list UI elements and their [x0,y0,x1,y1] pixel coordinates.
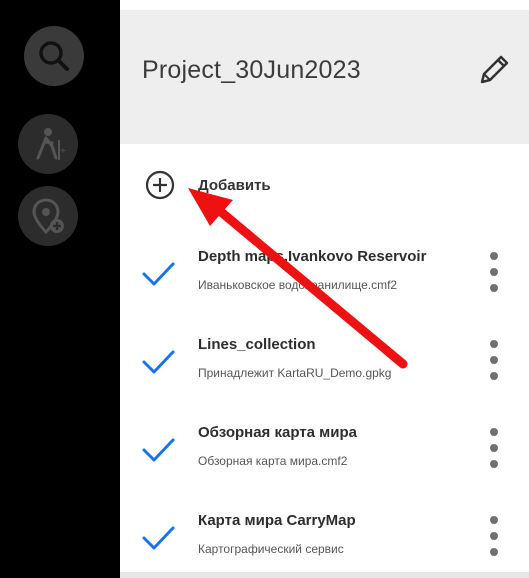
check-icon[interactable] [140,344,176,380]
check-icon[interactable] [140,432,176,468]
layer-menu-button[interactable] [482,428,506,468]
plus-circle-icon [145,170,175,200]
search-icon [39,41,69,71]
add-layer-label: Добавить [198,177,271,194]
more-vert-icon [490,516,498,524]
layer-source: Картографический сервис [198,542,344,556]
hiking-person-icon: + [36,128,66,160]
layer-source: Иваньковское водохранилище.cmf2 [198,278,398,292]
layer-source: Обзорная карта мира.cmf2 [198,454,348,468]
layer-menu-button[interactable] [482,252,506,292]
project-header: Project_30Jun2023 [120,10,529,144]
more-vert-icon [490,428,498,436]
divider [120,572,529,578]
layer-item[interactable]: Карта мира CarryMap Картографический сер… [120,506,529,578]
check-icon[interactable] [140,520,176,556]
layer-menu-button[interactable] [482,516,506,556]
search-button[interactable] [24,26,84,86]
edit-project-button[interactable] [472,48,516,92]
layer-menu-button[interactable] [482,340,506,380]
layer-item[interactable]: Lines_collection Принадлежит KartaRU_Dem… [120,330,529,418]
check-icon[interactable] [140,256,176,292]
left-toolbar: + [0,0,120,578]
layer-name: Lines_collection [198,336,316,353]
project-title: Project_30Jun2023 [142,56,361,84]
layer-item[interactable]: Обзорная карта мира Обзорная карта мира.… [120,418,529,506]
project-panel: Project_30Jun2023 Добавить Depth maps.Iv… [120,0,529,578]
add-location-icon [32,198,64,235]
layer-name: Depth maps.Ivankovo Reservoir [198,248,427,265]
add-location-button[interactable] [18,186,78,246]
pencil-icon [480,55,509,84]
more-vert-icon [490,252,498,260]
add-layer-button[interactable]: Добавить [120,164,529,208]
layer-source: Принадлежит KartaRU_Demo.gpkg [198,366,392,380]
layer-item[interactable]: Depth maps.Ivankovo Reservoir Иваньковск… [120,242,529,330]
tracking-button[interactable]: + [18,114,78,174]
layer-name: Обзорная карта мира [198,424,357,441]
svg-text:+: + [60,146,66,157]
more-vert-icon [490,340,498,348]
layer-name: Карта мира CarryMap [198,512,356,529]
